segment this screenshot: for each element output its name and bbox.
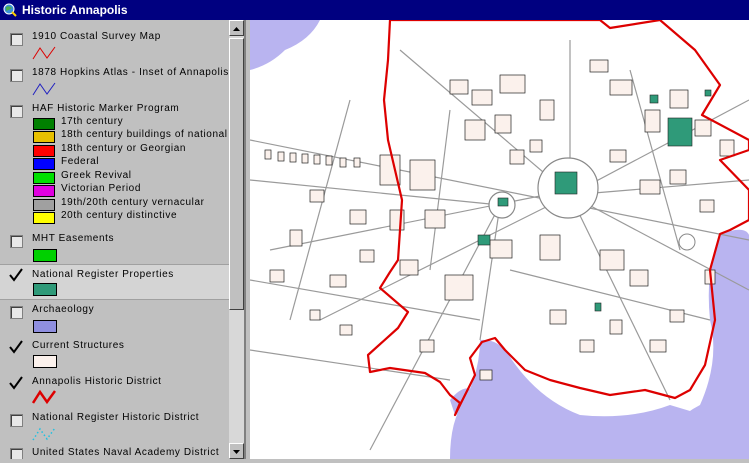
layer-label: National Register Historic District	[32, 412, 200, 423]
category-swatch	[33, 212, 55, 224]
blue-line-symbol	[32, 82, 56, 96]
category-swatch	[33, 118, 55, 130]
legend-scrollbar[interactable]	[229, 20, 244, 459]
layer-visibility-checkbox[interactable]	[9, 376, 23, 390]
water-top-left	[250, 20, 320, 70]
scroll-up-button[interactable]	[229, 20, 244, 36]
layer-visibility-checkbox[interactable]	[10, 448, 23, 459]
water-bottom-creek	[450, 339, 720, 459]
category-label: 18th century buildings of national	[61, 129, 228, 140]
layer-label: 1910 Coastal Survey Map	[32, 31, 161, 42]
layer-1878-hopkins-atlas[interactable]: 1878 Hopkins Atlas - Inset of Annapolis	[0, 64, 230, 98]
layer-visibility-checkbox[interactable]	[10, 69, 23, 82]
layer-visibility-checkbox[interactable]	[10, 33, 23, 46]
map-view[interactable]	[250, 20, 749, 459]
layer-visibility-checkbox[interactable]	[10, 306, 23, 319]
layer-naval-academy-district[interactable]: United States Naval Academy District	[0, 443, 230, 459]
cyan-dotted-line-symbol	[32, 427, 56, 441]
category-swatch	[33, 145, 55, 157]
layer-swatch	[33, 283, 57, 296]
category-swatch	[33, 158, 55, 170]
map-canvas	[250, 20, 749, 459]
layer-swatch	[33, 320, 57, 333]
category-label: 20th century distinctive	[61, 210, 178, 221]
arrow-down-icon	[233, 450, 240, 454]
scroll-down-button[interactable]	[229, 443, 244, 459]
layer-archaeology[interactable]: Archaeology	[0, 301, 230, 335]
layer-label: Annapolis Historic District	[32, 376, 162, 387]
layer-visibility-checkbox[interactable]	[10, 105, 23, 118]
layer-national-register-properties[interactable]: National Register Properties	[0, 264, 230, 300]
category-label: Greek Revival	[61, 170, 132, 181]
layer-haf-marker-program[interactable]: HAF Historic Marker Program 17th century…	[0, 100, 230, 230]
app-globe-icon	[3, 3, 17, 17]
category-swatch	[33, 172, 55, 184]
red-thick-line-symbol	[32, 389, 56, 405]
layer-label: Current Structures	[32, 340, 125, 351]
layer-mht-easements[interactable]: MHT Easements	[0, 230, 230, 264]
category-swatch	[33, 185, 55, 197]
layer-label: United States Naval Academy District	[32, 447, 220, 458]
window-title: Historic Annapolis	[22, 3, 128, 17]
layer-visibility-checkbox[interactable]	[9, 340, 23, 354]
layer-visibility-checkbox[interactable]	[9, 268, 23, 282]
layer-current-structures[interactable]: Current Structures	[0, 337, 230, 371]
category-swatch	[33, 131, 55, 143]
arrow-up-icon	[233, 27, 240, 31]
title-bar: Historic Annapolis	[0, 0, 749, 20]
layer-label: HAF Historic Marker Program	[32, 103, 180, 114]
layer-label: National Register Properties	[32, 269, 174, 280]
scroll-thumb[interactable]	[229, 38, 244, 310]
layer-label: Archaeology	[32, 304, 95, 315]
checkmark-icon	[9, 340, 23, 354]
layer-swatch	[33, 355, 57, 368]
checkmark-icon	[9, 268, 23, 282]
layer-1910-coastal-survey[interactable]: 1910 Coastal Survey Map	[0, 28, 230, 64]
category-label: Federal	[61, 156, 100, 167]
category-swatch	[33, 199, 55, 211]
layer-annapolis-historic-district[interactable]: Annapolis Historic District	[0, 373, 230, 409]
building-footprints	[264, 59, 735, 381]
layer-swatch	[33, 249, 57, 262]
layer-label: 1878 Hopkins Atlas - Inset of Annapolis	[32, 67, 228, 78]
layer-national-register-historic-district[interactable]: National Register Historic District	[0, 409, 230, 443]
category-label: 17th century	[61, 116, 124, 127]
legend-panel: 1910 Coastal Survey Map 1878 Hopkins Atl…	[0, 20, 246, 459]
layer-label: MHT Easements	[32, 233, 115, 244]
category-label: 19th/20th century vernacular	[61, 197, 205, 208]
layer-visibility-checkbox[interactable]	[10, 235, 23, 248]
layer-visibility-checkbox[interactable]	[10, 414, 23, 427]
red-line-symbol	[32, 46, 56, 60]
checkmark-icon	[9, 376, 23, 390]
category-label: 18th century or Georgian	[61, 143, 187, 154]
traffic-circle-east	[678, 233, 696, 251]
category-label: Victorian Period	[61, 183, 142, 194]
